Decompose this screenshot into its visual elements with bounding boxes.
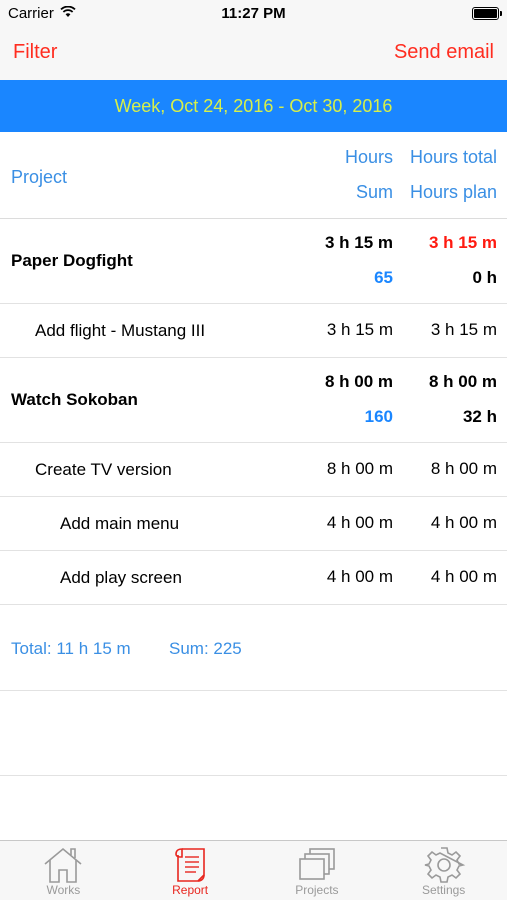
- subtask-row[interactable]: Add main menu 4 h 00 m 4 h 00 m: [0, 497, 507, 551]
- hours-total-column-header: Hours total: [409, 147, 497, 167]
- tab-settings[interactable]: Settings: [380, 841, 507, 900]
- project-row[interactable]: Paper Dogfight 3 h 15 m 3 h 15 m 65 0 h: [0, 219, 507, 304]
- project-column-header: Project: [11, 167, 68, 187]
- tab-label: Projects: [295, 883, 339, 897]
- hours-value: 8 h 00 m: [326, 459, 393, 478]
- task-row[interactable]: Create TV version 8 h 00 m 8 h 00 m: [0, 443, 507, 497]
- hours-total-value: 3 h 15 m: [428, 233, 497, 252]
- totals-row: Total: 11 h 15 m Sum: 225: [0, 605, 507, 691]
- report-table-header: Project Hours Hours total Sum Hours plan: [0, 132, 507, 219]
- empty-row: [0, 691, 507, 776]
- send-email-button[interactable]: Send email: [394, 41, 494, 64]
- total-sum: Sum: 225: [169, 639, 242, 658]
- project-name: Watch Sokoban: [11, 390, 138, 409]
- house-icon: [44, 847, 82, 883]
- hours-value: 3 h 15 m: [326, 320, 393, 339]
- tab-report[interactable]: Report: [127, 841, 254, 900]
- scroll-icon: [175, 848, 205, 882]
- status-bar: Carrier 11:27 PM: [0, 0, 507, 28]
- sum-value: 160: [364, 407, 393, 426]
- tab-bar: Works Report Projects Settings: [0, 840, 507, 900]
- battery-icon: [472, 7, 502, 20]
- hours-value: 4 h 00 m: [326, 513, 393, 532]
- sum-column-header: Sum: [355, 182, 393, 202]
- subtask-row[interactable]: Add play screen 4 h 00 m 4 h 00 m: [0, 551, 507, 605]
- total-hours: Total: 11 h 15 m: [11, 639, 131, 658]
- task-name: Create TV version: [35, 459, 172, 479]
- hours-value: 8 h 00 m: [324, 372, 393, 391]
- report-rows: Paper Dogfight 3 h 15 m 3 h 15 m 65 0 h …: [0, 219, 507, 605]
- hours-plan-value: 0 h: [472, 268, 497, 287]
- tab-label: Report: [172, 883, 209, 897]
- hours-plan-value: 32 h: [462, 407, 497, 426]
- week-range-banner[interactable]: Week, Oct 24, 2016 - Oct 30, 2016: [0, 80, 507, 132]
- navigation-bar: Filter Send email: [0, 28, 507, 80]
- hours-value: 4 h 00 m: [326, 567, 393, 586]
- stacked-windows-icon: [299, 848, 335, 880]
- sum-value: 65: [374, 268, 393, 287]
- subtask-name: Add main menu: [60, 513, 180, 533]
- tab-label: Works: [46, 883, 81, 897]
- status-time: 11:27 PM: [221, 5, 286, 22]
- filter-button[interactable]: Filter: [13, 41, 57, 64]
- hours-total-value: 4 h 00 m: [430, 567, 497, 586]
- task-row[interactable]: Add flight - Mustang III 3 h 15 m 3 h 15…: [0, 304, 507, 358]
- hours-total-value: 4 h 00 m: [430, 513, 497, 532]
- tab-works[interactable]: Works: [0, 841, 127, 900]
- hours-column-header: Hours: [344, 147, 393, 167]
- project-row[interactable]: Watch Sokoban 8 h 00 m 8 h 00 m 160 32 h: [0, 358, 507, 443]
- project-name: Paper Dogfight: [11, 251, 133, 270]
- gear-icon: [424, 847, 465, 883]
- hours-total-value: 8 h 00 m: [428, 372, 497, 391]
- hours-total-value: 3 h 15 m: [430, 320, 497, 339]
- hours-value: 3 h 15 m: [324, 233, 393, 252]
- task-name: Add flight - Mustang III: [35, 320, 206, 340]
- hours-plan-column-header: Hours plan: [409, 182, 497, 202]
- tab-projects[interactable]: Projects: [254, 841, 381, 900]
- hours-total-value: 8 h 00 m: [430, 459, 497, 478]
- subtask-name: Add play screen: [60, 567, 182, 587]
- tab-label: Settings: [421, 883, 466, 897]
